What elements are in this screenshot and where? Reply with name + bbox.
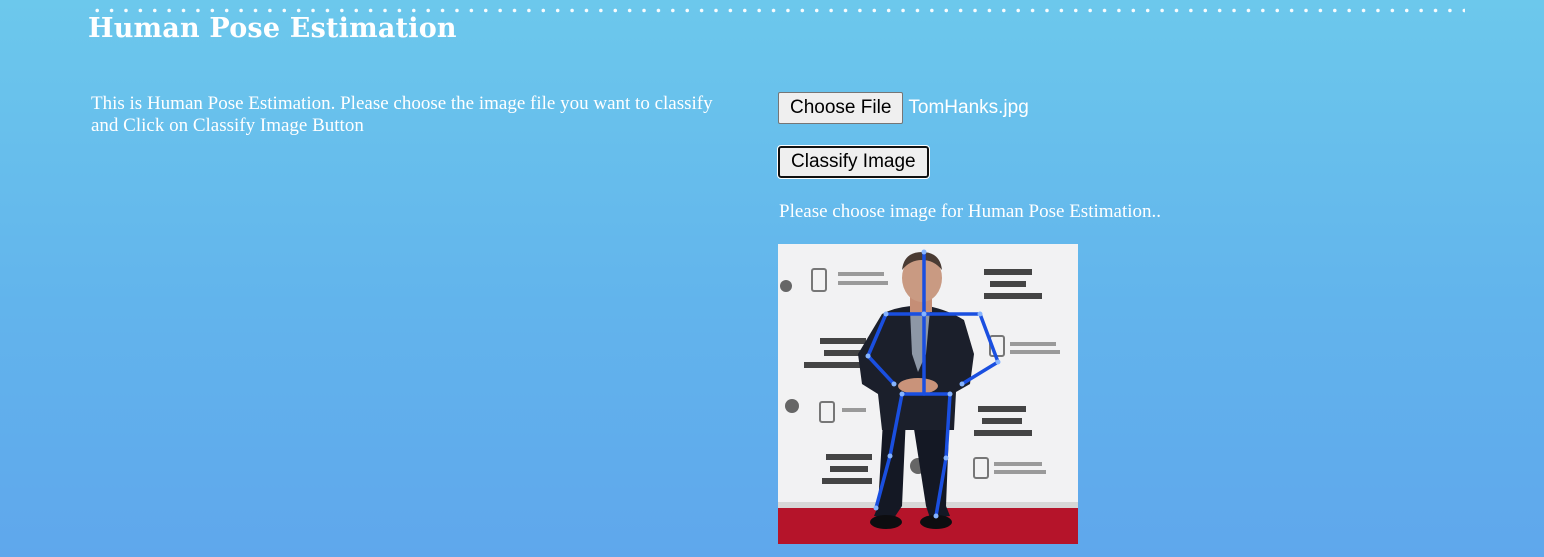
pose-photo xyxy=(778,244,1078,544)
page-title: Human Pose Estimation xyxy=(88,13,457,44)
pose-result-image xyxy=(778,244,1078,544)
status-message: Please choose image for Human Pose Estim… xyxy=(779,201,1162,222)
file-picker: Choose File TomHanks.jpg xyxy=(778,92,1029,124)
selected-file-name: TomHanks.jpg xyxy=(908,97,1029,118)
intro-text: This is Human Pose Estimation. Please ch… xyxy=(91,93,713,136)
choose-file-button[interactable]: Choose File xyxy=(778,92,904,124)
classify-image-button[interactable]: Classify Image xyxy=(777,145,930,179)
